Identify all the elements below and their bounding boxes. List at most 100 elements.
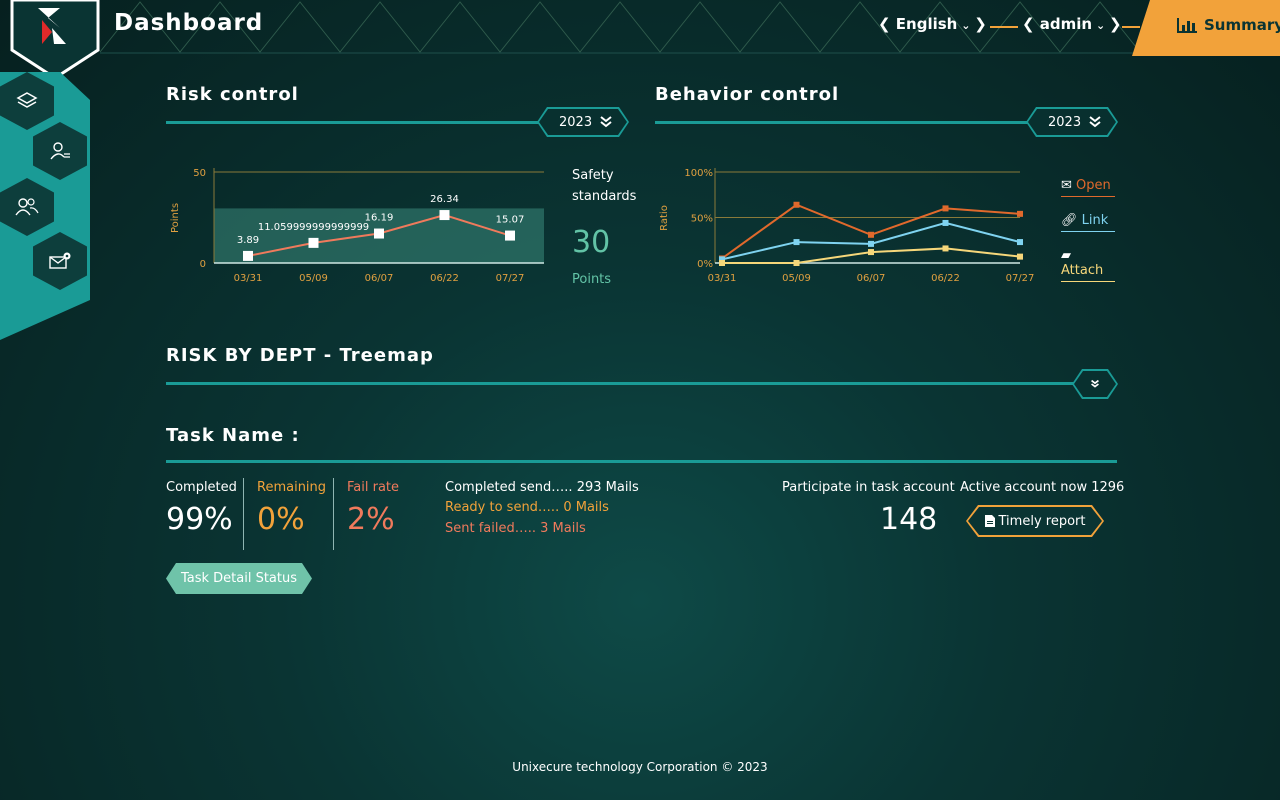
section-divider — [655, 121, 1035, 124]
y-axis-label: Points — [170, 203, 181, 233]
data-point — [308, 237, 319, 248]
task-name-title: Task Name : — [166, 425, 300, 446]
stat-divider — [333, 478, 334, 550]
behavior-control-chart: 100% 50% 0% Ratio 03/31 05/09 06/07 06/22 07/27 — [659, 168, 1035, 284]
envelope-open-icon: ✉ — [1061, 178, 1072, 193]
data-point — [439, 210, 450, 221]
data-point — [942, 205, 949, 212]
user-label: admin — [1039, 15, 1093, 33]
data-point — [1017, 210, 1023, 217]
data-point — [505, 230, 515, 241]
data-point — [868, 249, 874, 256]
x-tick-label: 05/09 — [299, 273, 328, 284]
top-bar: Dashboard ❮ English ⌄ ❯ ❮ admin ⌄ ❯ Summ… — [0, 0, 1280, 80]
section-divider — [166, 460, 1117, 463]
legend-open[interactable]: ✉ Open — [1061, 178, 1115, 197]
legend-attach-label: Attach — [1061, 263, 1104, 278]
y-tick-label: 50 — [193, 168, 206, 179]
user-list-icon — [50, 142, 70, 160]
chevron-down-icon — [1088, 113, 1102, 131]
legend-link-label: Link — [1081, 213, 1109, 228]
safety-standards-unit: Points — [572, 272, 612, 287]
treemap-title: RISK BY DEPT - Treemap — [166, 345, 434, 366]
y-axis-label: Ratio — [659, 205, 670, 231]
legend-open-label: Open — [1076, 178, 1111, 193]
x-tick-label: 06/07 — [857, 273, 886, 284]
section-divider — [166, 382, 1076, 385]
x-tick-label: 06/22 — [430, 273, 459, 284]
fail-rate-value: 2% — [347, 502, 395, 537]
x-tick-label: 06/22 — [931, 273, 960, 284]
timely-report-button[interactable]: Timely report — [966, 505, 1104, 537]
stat-divider — [243, 478, 244, 550]
page-title: Dashboard — [114, 10, 264, 36]
data-label: 11.059999999999999 — [258, 222, 369, 233]
completed-value: 99% — [166, 502, 233, 537]
document-icon — [985, 515, 995, 527]
behavior-control-title: Behavior control — [655, 84, 840, 105]
data-point — [1017, 253, 1023, 260]
data-label: 16.19 — [365, 213, 394, 224]
header-divider — [990, 26, 1018, 28]
sent-failed-text: Sent failed….. 3 Mails — [445, 521, 586, 536]
folder-icon: ▰ — [1061, 248, 1071, 263]
summary-button[interactable]: Summary — [1132, 0, 1280, 56]
users-icon — [15, 198, 39, 216]
data-point — [793, 260, 800, 266]
sidebar — [0, 60, 100, 350]
data-label: 26.34 — [430, 194, 459, 205]
safety-label-line2: standards — [572, 189, 637, 204]
safety-standards-value: 30 — [572, 225, 611, 260]
remaining-value: 0% — [257, 502, 305, 537]
data-point — [793, 201, 800, 208]
data-point — [719, 260, 725, 266]
y-tick-label: 100% — [684, 168, 713, 179]
legend-link[interactable]: 🔗︎ Link — [1061, 213, 1115, 232]
bar-chart-icon — [1177, 18, 1197, 33]
user-select[interactable]: ❮ admin ⌄ ❯ — [1022, 15, 1122, 33]
footer: Unixecure technology Corporation © 2023 — [512, 760, 768, 774]
x-tick-label: 07/27 — [496, 273, 525, 284]
data-point — [374, 228, 384, 239]
data-label: 15.07 — [496, 215, 525, 226]
summary-label: Summary — [1204, 16, 1280, 34]
data-label: 3.89 — [237, 235, 259, 246]
x-tick-label: 03/31 — [708, 273, 737, 284]
language-label: English — [895, 15, 958, 33]
mail-settings-icon — [49, 252, 71, 269]
x-tick-label: 07/27 — [1006, 273, 1035, 284]
y-tick-label: 0% — [697, 259, 713, 270]
x-tick-label: 06/07 — [365, 273, 394, 284]
chevron-down-icon — [1089, 378, 1101, 390]
data-point — [1017, 239, 1023, 246]
header-divider — [1122, 26, 1140, 28]
safety-standards-label: Safety standards — [572, 165, 636, 207]
chevron-down-icon: ⌄ — [957, 19, 975, 32]
x-tick-label: 05/09 — [782, 273, 811, 284]
behavior-year-select[interactable]: 2023 — [1026, 107, 1118, 137]
ready-send-text: Ready to send….. 0 Mails — [445, 500, 609, 515]
risk-control-title: Risk control — [166, 84, 299, 105]
remaining-label: Remaining — [257, 480, 327, 495]
section-divider — [166, 121, 546, 124]
completed-label: Completed — [166, 480, 237, 495]
y-tick-label: 0 — [200, 259, 206, 270]
risk-control-chart: 50 0 Points 3.89 03/31 11.059999999999999 05/0… — [170, 168, 544, 284]
chevron-down-icon: ⌄ — [1092, 19, 1109, 32]
participate-value: 148 — [880, 502, 938, 537]
participate-label: Participate in task account — [782, 480, 955, 495]
risk-year-select[interactable]: 2023 — [537, 107, 629, 137]
treemap-toggle[interactable] — [1072, 369, 1118, 399]
language-select[interactable]: ❮ English ⌄ ❯ — [878, 15, 987, 33]
completed-send-text: Completed send….. 293 Mails — [445, 480, 639, 495]
active-account-label: Active account now 1296 — [960, 480, 1125, 495]
risk-year-value: 2023 — [559, 114, 593, 130]
data-point — [243, 250, 253, 261]
link-icon: 🔗︎ — [1061, 213, 1078, 228]
data-point — [942, 245, 949, 252]
fail-rate-label: Fail rate — [347, 480, 400, 495]
y-tick-label: 50% — [691, 214, 713, 225]
legend-attach[interactable]: ▰ Attach — [1061, 248, 1115, 282]
task-detail-status-button[interactable]: Task Detail Status — [166, 563, 312, 594]
data-point — [793, 239, 800, 246]
